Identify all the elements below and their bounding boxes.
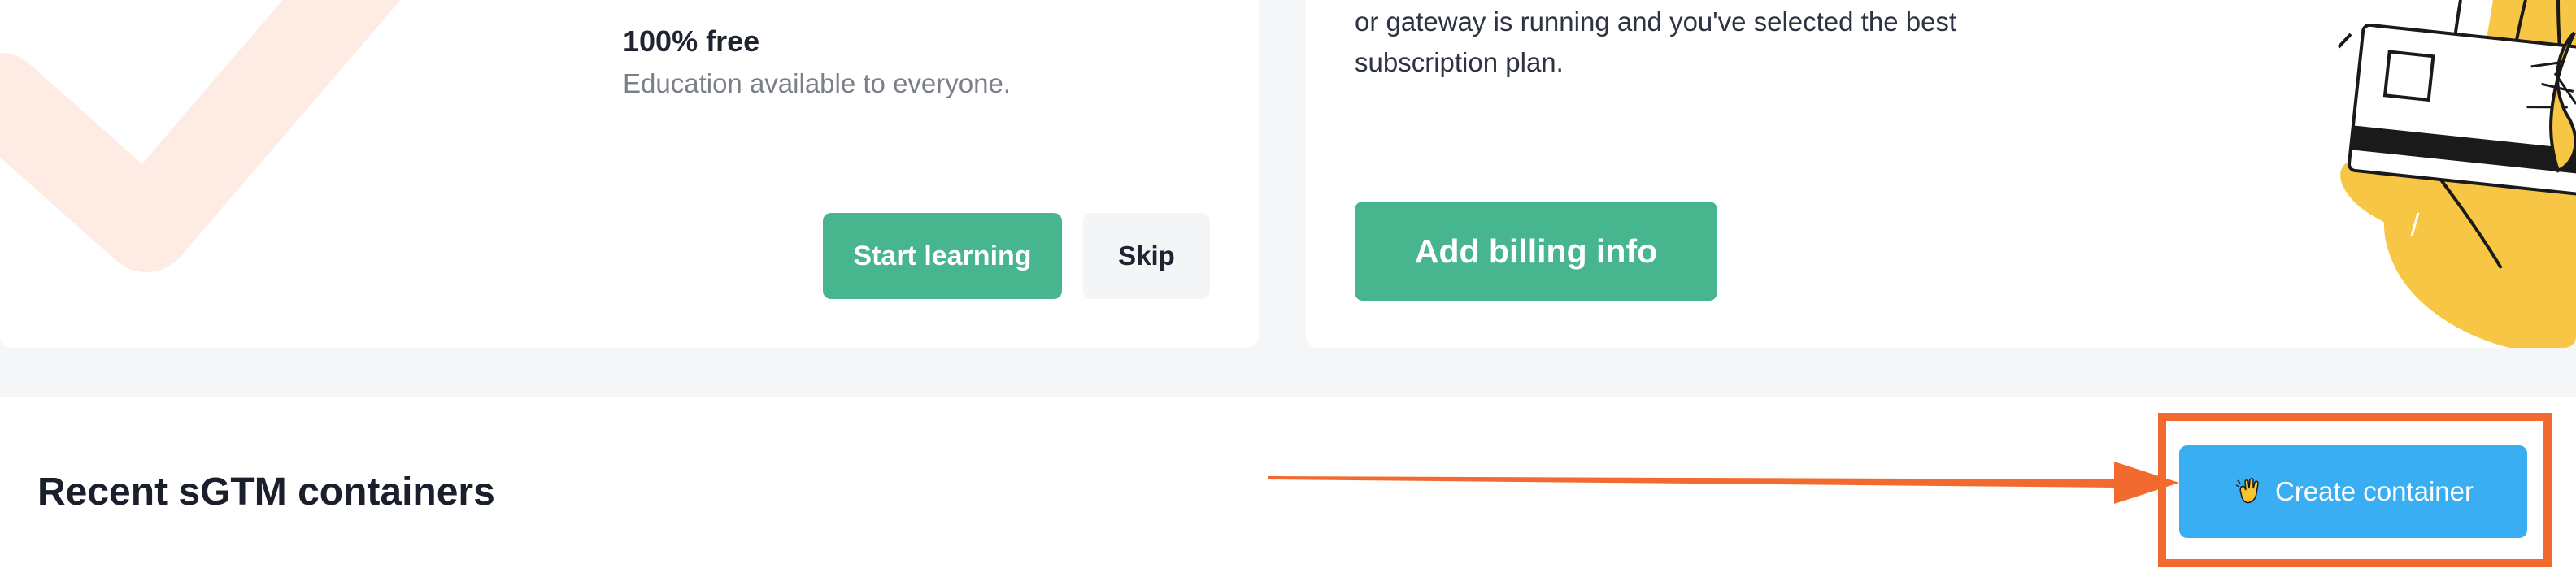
section-title: Recent sGTM containers bbox=[37, 471, 495, 514]
add-billing-info-button[interactable]: Add billing info bbox=[1355, 202, 1717, 301]
start-learning-button[interactable]: Start learning bbox=[823, 213, 1062, 299]
annotation-arrow-icon bbox=[1268, 462, 2179, 504]
billing-description: or gateway is running and you've selecte… bbox=[1355, 7, 1957, 77]
create-container-button[interactable]: Create container bbox=[2179, 445, 2527, 538]
education-title: 100% free bbox=[623, 24, 760, 58]
hand-holding-credit-card-icon bbox=[2337, 0, 2576, 348]
skip-button[interactable]: Skip bbox=[1083, 213, 1210, 299]
waving-hand-icon bbox=[2235, 478, 2259, 504]
create-container-label: Create container bbox=[2275, 476, 2474, 506]
billing-card: or gateway is running and you've selecte… bbox=[1306, 0, 2576, 348]
education-subtitle: Education available to everyone. bbox=[623, 68, 1011, 98]
checkmark-decoration-icon bbox=[0, 0, 401, 272]
education-card: 100% free Education available to everyon… bbox=[0, 0, 1259, 348]
page: 100% free Education available to everyon… bbox=[0, 0, 2576, 577]
containers-section: Recent sGTM containers Create container bbox=[0, 397, 2576, 577]
